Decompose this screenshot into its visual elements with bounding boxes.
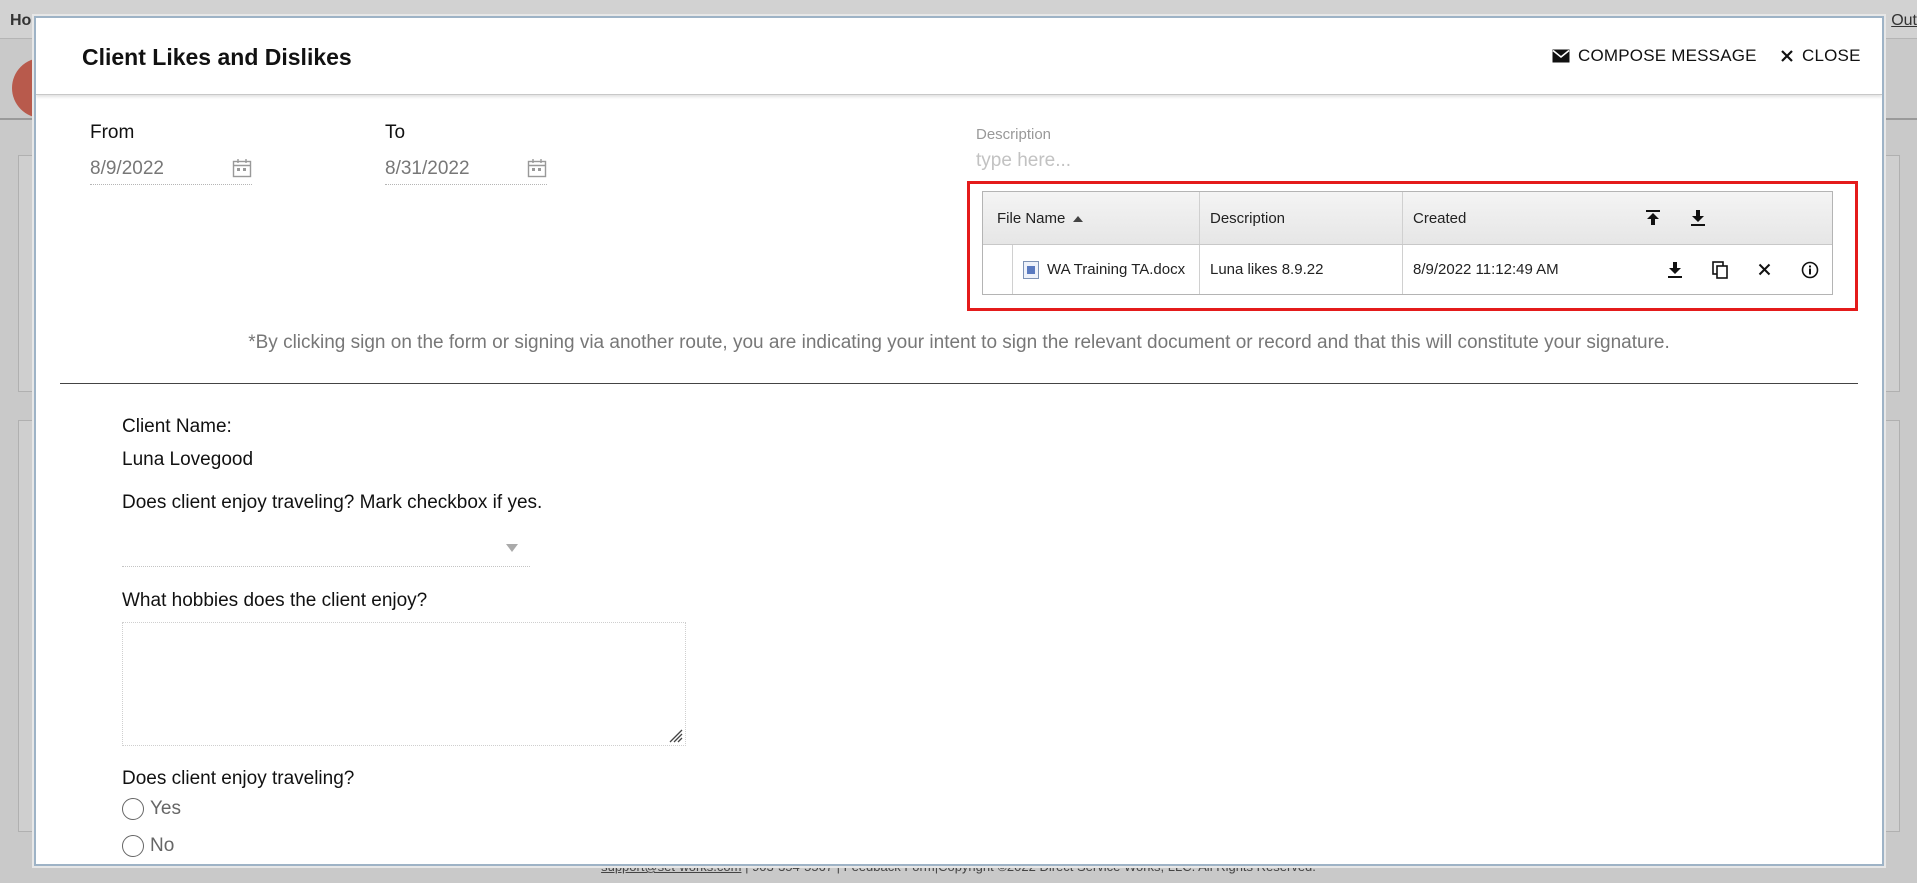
copy-icon[interactable] — [1697, 255, 1742, 285]
signature-disclaimer: *By clicking sign on the form or signing… — [248, 332, 1670, 353]
close-icon — [1780, 49, 1794, 63]
question-travel-radio: Does client enjoy traveling? — [122, 768, 355, 789]
question-hobbies: What hobbies does the client enjoy? — [122, 590, 428, 611]
file-created: 8/9/2022 11:12:49 AM — [1413, 261, 1559, 278]
description-input[interactable] — [976, 148, 1536, 174]
word-document-icon — [1023, 260, 1039, 279]
attachments-grid: File Name Description Created WA Trainin… — [982, 191, 1833, 295]
from-date-field[interactable]: 8/9/2022 — [90, 150, 252, 185]
travel-select[interactable] — [122, 530, 530, 567]
close-label: CLOSE — [1802, 46, 1861, 65]
chevron-down-icon — [506, 544, 518, 552]
sort-ascending-icon — [1073, 210, 1084, 227]
download-all-icon[interactable] — [1675, 203, 1720, 233]
file-name: WA Training TA.docx — [1047, 261, 1186, 278]
to-date-field[interactable]: 8/31/2022 — [385, 150, 547, 185]
compose-message-button[interactable]: COMPOSE MESSAGE — [1552, 46, 1757, 66]
close-button[interactable]: CLOSE — [1780, 46, 1861, 66]
file-description-cell: Luna likes 8.9.22 — [1200, 245, 1403, 294]
column-header-label: File Name — [997, 209, 1066, 227]
dialog-title: Client Likes and Dislikes — [82, 44, 352, 70]
radio-circle[interactable] — [122, 835, 144, 857]
client-likes-dialog: Client Likes and Dislikes COMPOSE MESSAG… — [34, 16, 1884, 866]
delete-icon[interactable] — [1742, 255, 1787, 285]
grid-header-row: File Name Description Created — [983, 192, 1832, 245]
table-row[interactable]: WA Training TA.docx Luna likes 8.9.22 8/… — [983, 245, 1832, 294]
from-date-label: From — [90, 122, 135, 143]
background-home-link: Ho — [10, 12, 32, 29]
resize-handle-icon[interactable] — [667, 727, 683, 748]
column-header-created[interactable]: Created — [1403, 192, 1832, 244]
calendar-icon[interactable] — [232, 158, 252, 183]
file-created-cell: 8/9/2022 11:12:49 AM — [1403, 245, 1832, 294]
compose-message-label: COMPOSE MESSAGE — [1578, 46, 1757, 65]
radio-no-label: No — [150, 835, 175, 856]
background-logout-link: Out — [1891, 12, 1917, 29]
download-icon[interactable] — [1652, 255, 1697, 285]
client-name-label: Client Name: — [122, 416, 232, 437]
dialog-header: Client Likes and Dislikes COMPOSE MESSAG… — [36, 18, 1882, 95]
client-name-value: Luna Lovegood — [122, 449, 254, 470]
section-divider — [60, 383, 1858, 384]
calendar-icon[interactable] — [527, 158, 547, 183]
radio-yes-label: Yes — [150, 798, 181, 819]
question-travel-checkbox: Does client enjoy traveling? Mark checkb… — [122, 492, 543, 513]
to-date-value: 8/31/2022 — [385, 158, 470, 179]
column-header-file-name[interactable]: File Name — [983, 192, 1200, 244]
radio-no[interactable]: No — [122, 835, 174, 857]
column-header-label: Description — [1210, 209, 1286, 227]
to-date-label: To — [385, 122, 406, 143]
radio-circle[interactable] — [122, 798, 144, 820]
file-description: Luna likes 8.9.22 — [1210, 261, 1324, 278]
row-selector-cell[interactable] — [983, 245, 1013, 294]
upload-icon[interactable] — [1630, 203, 1675, 233]
envelope-icon — [1552, 49, 1570, 63]
description-label: Description — [976, 126, 1052, 143]
file-name-cell[interactable]: WA Training TA.docx — [1013, 245, 1200, 294]
column-header-description[interactable]: Description — [1200, 192, 1403, 244]
info-icon[interactable] — [1787, 255, 1832, 285]
radio-yes[interactable]: Yes — [122, 798, 181, 820]
from-date-value: 8/9/2022 — [90, 158, 164, 179]
hobbies-textarea[interactable] — [122, 622, 686, 746]
column-header-label: Created — [1413, 209, 1467, 227]
